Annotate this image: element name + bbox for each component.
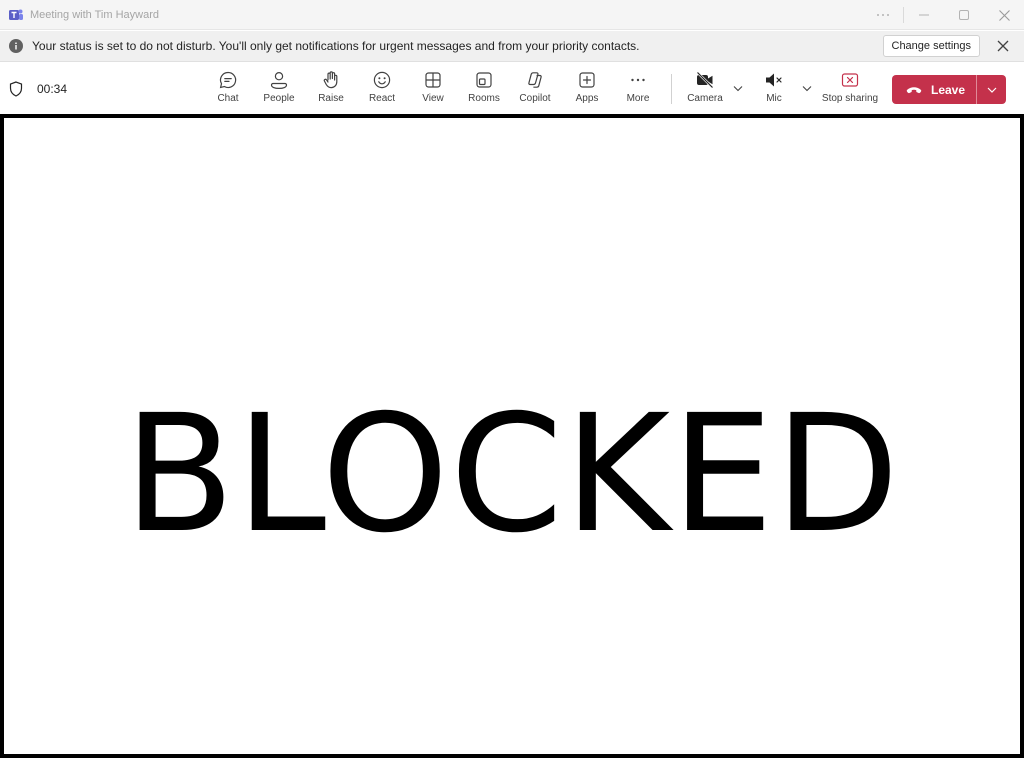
chat-button[interactable]: Chat <box>202 70 254 112</box>
raise-label: Raise <box>318 93 344 104</box>
rooms-button[interactable]: Rooms <box>458 70 510 112</box>
ellipsis-icon <box>631 78 645 82</box>
people-button[interactable]: People <box>253 70 305 112</box>
teams-icon <box>9 9 23 20</box>
chevron-down-icon[interactable] <box>801 82 813 94</box>
rooms-icon <box>476 72 492 88</box>
more-label: More <box>626 93 650 104</box>
copilot-button[interactable]: Copilot <box>509 70 561 112</box>
meeting-toolbar: 00:34 Chat People Raise React View Rooms… <box>0 62 1024 114</box>
view-button[interactable]: View <box>407 70 459 112</box>
react-button[interactable]: React <box>356 70 408 112</box>
meeting-timer: 00:34 <box>37 82 68 96</box>
leave-button-group: Leave <box>892 75 1006 104</box>
more-icon <box>877 14 889 16</box>
hand-icon <box>323 71 338 89</box>
leave-options-button[interactable] <box>977 75 1006 104</box>
stop-sharing-button[interactable]: Stop sharing <box>818 70 882 112</box>
mic-muted-icon <box>766 73 782 87</box>
chevron-down-icon <box>987 87 996 93</box>
grid-icon <box>425 72 441 88</box>
raise-hand-button[interactable]: Raise <box>305 70 357 112</box>
shield-icon[interactable] <box>9 81 23 97</box>
close-icon[interactable] <box>996 39 1010 53</box>
stop-share-icon <box>841 73 859 87</box>
react-label: React <box>368 93 396 104</box>
minimize-button[interactable] <box>904 0 944 30</box>
window-title: Meeting with Tim Hayward <box>30 8 159 21</box>
view-label: View <box>422 93 444 104</box>
chat-label: Chat <box>217 93 239 104</box>
copilot-label: Copilot <box>519 93 551 104</box>
shared-content-stage: BLOCKED <box>0 114 1024 758</box>
camera-button[interactable]: Camera <box>679 70 731 112</box>
phone-hangup-icon <box>906 86 922 93</box>
info-icon <box>9 39 23 53</box>
window-controls <box>863 0 1024 30</box>
more-button[interactable]: More <box>612 70 664 112</box>
rooms-label: Rooms <box>468 93 500 104</box>
smile-icon <box>373 71 391 89</box>
people-icon <box>270 71 288 90</box>
change-settings-button[interactable]: Change settings <box>882 35 980 57</box>
maximize-button[interactable] <box>944 0 984 30</box>
close-window-button[interactable] <box>984 0 1024 30</box>
toolbar-divider <box>671 74 672 104</box>
leave-label: Leave <box>931 82 966 97</box>
plus-square-icon <box>579 72 595 88</box>
apps-label: Apps <box>575 93 599 104</box>
chevron-down-icon[interactable] <box>732 82 744 94</box>
dnd-notification-bar: Your status is set to do not disturb. Yo… <box>0 31 1024 62</box>
mic-button[interactable]: Mic <box>748 70 800 112</box>
chat-icon <box>219 71 237 89</box>
blocked-content-text: BLOCKED <box>123 381 901 569</box>
notification-text: Your status is set to do not disturb. Yo… <box>32 39 640 53</box>
leave-button[interactable]: Leave <box>892 75 976 104</box>
camera-label: Camera <box>687 93 723 104</box>
title-bar: Meeting with Tim Hayward <box>0 0 1024 30</box>
minimize-icon <box>919 14 929 16</box>
copilot-icon <box>528 72 542 88</box>
stop-sharing-label: Stop sharing <box>821 93 879 104</box>
mic-label: Mic <box>766 93 782 104</box>
apps-button[interactable]: Apps <box>561 70 613 112</box>
people-label: People <box>263 93 295 104</box>
maximize-icon <box>959 10 969 20</box>
close-icon <box>998 9 1010 21</box>
teams-meeting-window: Meeting with Tim Hayward Your status is … <box>0 0 1024 758</box>
camera-off-icon <box>696 71 714 89</box>
more-options-button[interactable] <box>863 0 903 30</box>
